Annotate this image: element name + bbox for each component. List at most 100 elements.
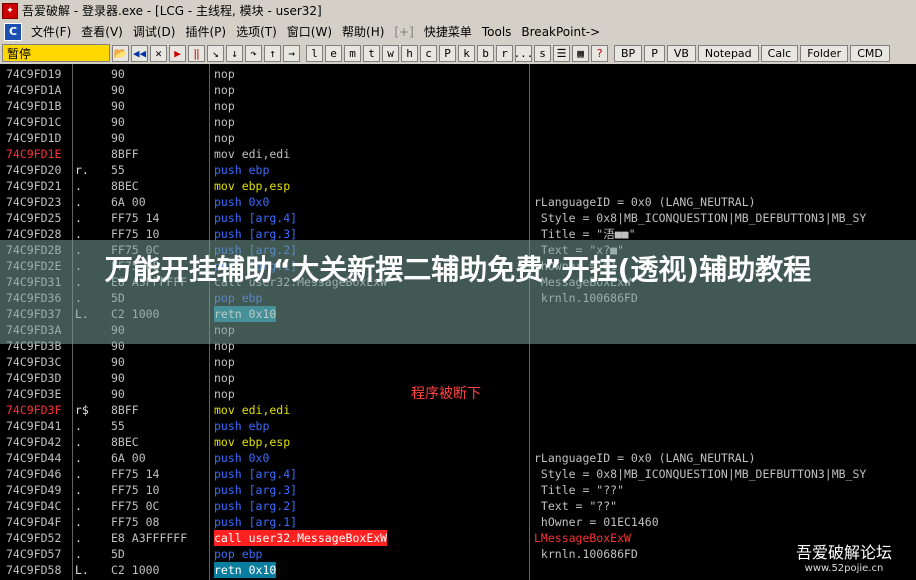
code-row[interactable]: 74C9FD49. FF75 10 push [arg.3] Title = "??… bbox=[0, 482, 916, 498]
code-row[interactable]: 74C9FD58 L. C2 1000 retn 0x10 bbox=[0, 562, 916, 578]
app-icon: ✦ bbox=[2, 2, 18, 19]
paused-annotation: 程序被断下 bbox=[411, 386, 481, 402]
letter-s-button[interactable]: s bbox=[534, 44, 551, 62]
letter-c-button[interactable]: c bbox=[420, 44, 437, 62]
row-instruction: nop bbox=[214, 371, 235, 385]
code-row[interactable]: 74C9FD1C 90 nop bbox=[0, 114, 916, 130]
row-instruction: nop bbox=[214, 67, 235, 81]
close-button[interactable]: ✕ bbox=[150, 44, 167, 62]
row-comment: Text = "??" bbox=[534, 499, 618, 513]
menu-expand[interactable]: [+] bbox=[389, 25, 418, 39]
letter-h-button[interactable]: h bbox=[401, 44, 418, 62]
letter-e-button[interactable]: e bbox=[325, 44, 342, 62]
trace-over-button[interactable]: ↑ bbox=[264, 44, 281, 62]
code-row[interactable]: 74C9FD52. E8 A3FFFFFF call user32.MessageB… bbox=[0, 530, 916, 546]
row-comment: hOwner = 01EC1460 bbox=[534, 515, 659, 529]
code-row[interactable]: 74C9FD25. FF75 14 push [arg.4] Style = 0x8… bbox=[0, 210, 916, 226]
row-instruction: push [arg.4] bbox=[214, 211, 298, 225]
row-hex: 90 bbox=[111, 115, 125, 129]
row-instruction: push ebp bbox=[214, 163, 270, 177]
cmd-button[interactable]: CMD bbox=[850, 44, 890, 62]
row-hex: 8BEC bbox=[111, 435, 139, 449]
execute-till-return-button[interactable]: → bbox=[283, 44, 300, 62]
code-row[interactable]: 74C9FD44. 6A 00 push 0x0 rLanguageID = 0x0 … bbox=[0, 450, 916, 466]
row-address: 74C9FD3F bbox=[6, 403, 62, 417]
code-row[interactable]: 74C9FD20 r. 55 push ebp bbox=[0, 162, 916, 178]
cpu-icon[interactable]: C bbox=[4, 22, 22, 41]
title-bar: ✦ 吾爱破解 - 登录器.exe - [LCG - 主线程, 模块 - user… bbox=[0, 0, 916, 21]
menu-bar: C 文件(F) 查看(V) 调试(D) 插件(P) 选项(T) 窗口(W) 帮助… bbox=[0, 21, 916, 42]
notepad-button[interactable]: Notepad bbox=[697, 44, 759, 62]
code-row[interactable]: 74C9FD19 90 nop bbox=[0, 66, 916, 82]
help-icon[interactable]: ? bbox=[591, 44, 608, 62]
watermark-name: 吾爱破解论坛 bbox=[795, 543, 892, 562]
row-address: 74C9FD1C bbox=[6, 115, 62, 129]
row-hex: 90 bbox=[111, 67, 125, 81]
menu-shortcuts[interactable]: 快捷菜单 bbox=[419, 23, 477, 40]
p-button[interactable]: P bbox=[644, 44, 665, 62]
code-row[interactable]: 74C9FD1D 90 nop bbox=[0, 130, 916, 146]
run-button[interactable]: ▶ bbox=[169, 44, 186, 62]
letter-r-button[interactable]: r bbox=[496, 44, 513, 62]
row-address: 74C9FD4F bbox=[6, 515, 62, 529]
menu-plugins[interactable]: 插件(P) bbox=[180, 23, 231, 40]
code-row[interactable]: 74C9FD46. FF75 14 push [arg.4] Style = 0x8… bbox=[0, 466, 916, 482]
restart-button[interactable]: ◀◀ bbox=[131, 44, 148, 62]
code-row[interactable]: 74C9FD3C 90 nop bbox=[0, 354, 916, 370]
row-marker: . bbox=[75, 451, 82, 465]
code-row[interactable]: 74C9FD1E 8BFF mov edi,edi bbox=[0, 146, 916, 162]
menu-file[interactable]: 文件(F) bbox=[26, 23, 76, 40]
code-row[interactable]: 74C9FD42. 8BEC mov ebp,esp bbox=[0, 434, 916, 450]
code-row[interactable]: 74C9FD23. 6A 00 push 0x0 rLanguageID = 0x0 … bbox=[0, 194, 916, 210]
row-comment: Style = 0x8|MB_ICONQUESTION|MB_DEFBUTTON… bbox=[534, 467, 867, 481]
list-icon[interactable]: ☰ bbox=[553, 44, 570, 62]
menu-help[interactable]: 帮助(H) bbox=[337, 23, 389, 40]
row-hex: 90 bbox=[111, 387, 125, 401]
row-address: 74C9FD46 bbox=[6, 467, 62, 481]
row-comment: LMessageBoxExW bbox=[534, 531, 631, 545]
code-row[interactable]: 74C9FD4F. FF75 08 push [arg.1] hOwner = 01… bbox=[0, 514, 916, 530]
ellipsis-button[interactable]: ... bbox=[514, 44, 533, 62]
row-instruction: nop bbox=[214, 99, 235, 113]
vb-button[interactable]: VB bbox=[666, 44, 696, 62]
folder-button[interactable]: Folder bbox=[800, 44, 849, 62]
bp-button[interactable]: BP bbox=[614, 44, 643, 62]
code-row[interactable]: 74C9FD4C. FF75 0C push [arg.2] Text = "??" bbox=[0, 498, 916, 514]
menu-window[interactable]: 窗口(W) bbox=[282, 23, 337, 40]
code-row[interactable]: 74C9FD41. 55 push ebp bbox=[0, 418, 916, 434]
menu-view[interactable]: 查看(V) bbox=[76, 23, 128, 40]
letter-m-button[interactable]: m bbox=[344, 44, 361, 62]
menu-tools[interactable]: Tools bbox=[477, 25, 517, 39]
row-comment: krnln.100686FD bbox=[534, 547, 638, 561]
pause-button[interactable]: ‖ bbox=[188, 44, 205, 62]
row-instruction: mov ebp,esp bbox=[214, 435, 291, 449]
row-hex: 90 bbox=[111, 99, 125, 113]
letter-b-button[interactable]: b bbox=[477, 44, 494, 62]
calc-button[interactable]: Calc bbox=[760, 44, 799, 62]
code-row[interactable]: 74C9FD21. 8BEC mov ebp,esp bbox=[0, 178, 916, 194]
row-instruction: push [arg.2] bbox=[214, 499, 298, 513]
grid-icon[interactable]: ▦ bbox=[572, 44, 589, 62]
row-address: 74C9FD1E bbox=[6, 147, 62, 161]
menu-debug[interactable]: 调试(D) bbox=[128, 23, 181, 40]
code-row[interactable]: 74C9FD1A 90 nop bbox=[0, 82, 916, 98]
row-marker: . bbox=[75, 179, 82, 193]
letter-k-button[interactable]: k bbox=[458, 44, 475, 62]
step-over-button[interactable]: ↓ bbox=[226, 44, 243, 62]
trace-into-button[interactable]: ↷ bbox=[245, 44, 262, 62]
letter-w-button[interactable]: w bbox=[382, 44, 399, 62]
menu-options[interactable]: 选项(T) bbox=[231, 23, 282, 40]
step-into-button[interactable]: ↘ bbox=[207, 44, 224, 62]
menu-breakpoint[interactable]: BreakPoint-> bbox=[516, 25, 605, 39]
open-button[interactable]: 📂 bbox=[112, 44, 129, 62]
row-comment: rLanguageID = 0x0 (LANG_NEUTRAL) bbox=[534, 195, 756, 209]
letter-t-button[interactable]: t bbox=[363, 44, 380, 62]
code-row[interactable]: 74C9FD57. 5D pop ebp krnln.100686FD bbox=[0, 546, 916, 562]
code-row[interactable]: 74C9FD3F r$ 8BFF mov edi,edi bbox=[0, 402, 916, 418]
letter-l-button[interactable]: l bbox=[306, 44, 323, 62]
code-row[interactable]: 74C9FD1B 90 nop bbox=[0, 98, 916, 114]
row-instruction: push [arg.1] bbox=[214, 515, 298, 529]
letter-p-button[interactable]: P bbox=[439, 44, 456, 62]
row-instruction: push [arg.3] bbox=[214, 483, 298, 497]
row-address: 74C9FD44 bbox=[6, 451, 62, 465]
